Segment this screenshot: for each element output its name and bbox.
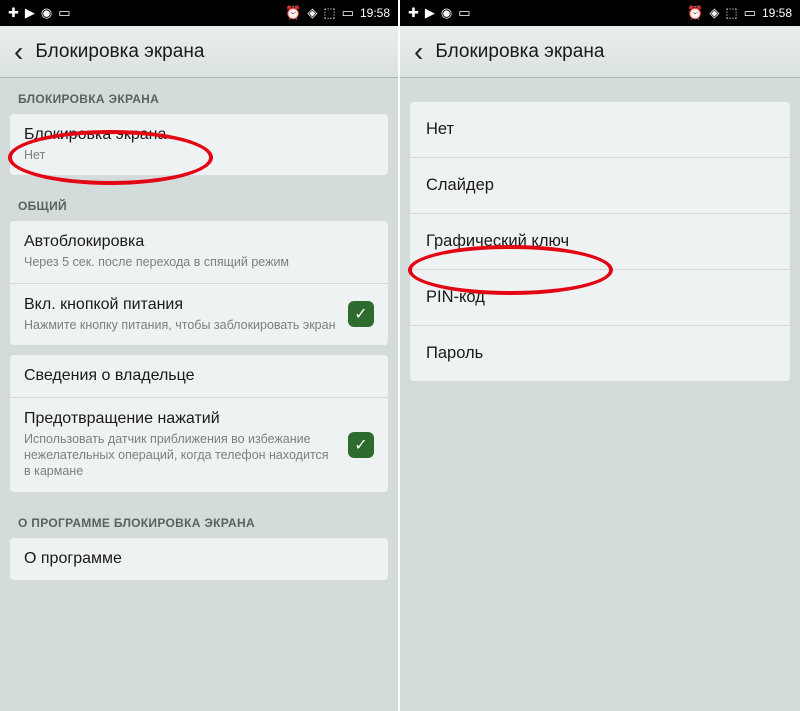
- status-right: ⏰ ◈ ⬚ ▭ 19:58: [285, 5, 390, 21]
- picture-icon: ▭: [58, 5, 70, 21]
- content: БЛОКИРОВКА ЭКРАНА Блокировка экрана Нет …: [0, 78, 398, 580]
- section-label-about: О ПРОГРАММЕ БЛОКИРОВКА ЭКРАНА: [0, 502, 398, 538]
- back-icon[interactable]: ‹: [414, 38, 423, 66]
- item-title: О программе: [24, 550, 364, 568]
- wifi-icon: ◈: [709, 5, 719, 21]
- item-title: Автоблокировка: [24, 233, 364, 251]
- status-bar: ✚ ▶ ◉ ▭ ⏰ ◈ ⬚ ▭ 19:58: [0, 0, 398, 26]
- item-about[interactable]: О программе: [10, 538, 388, 580]
- option-label: Пароль: [426, 344, 483, 363]
- plus-icon: ✚: [8, 5, 19, 21]
- item-autolock[interactable]: Автоблокировка Через 5 сек. после перехо…: [10, 221, 388, 283]
- option-password[interactable]: Пароль: [410, 326, 790, 381]
- picture-icon: ▭: [458, 5, 470, 21]
- item-title: Вкл. кнопкой питания: [24, 296, 338, 314]
- content: Нет Слайдер Графический ключ PIN-код Пар…: [400, 78, 800, 381]
- play-icon: ▶: [425, 5, 435, 21]
- status-bar: ✚ ▶ ◉ ▭ ⏰ ◈ ⬚ ▭ 19:58: [400, 0, 800, 26]
- option-slider[interactable]: Слайдер: [410, 158, 790, 214]
- signal-icon: ⬚: [725, 5, 737, 21]
- option-none[interactable]: Нет: [410, 102, 790, 158]
- item-prevent-touch[interactable]: Предотвращение нажатий Использовать датч…: [10, 398, 388, 492]
- back-icon[interactable]: ‹: [14, 38, 23, 66]
- clock-time: 19:58: [762, 6, 792, 20]
- item-power-button-lock[interactable]: Вкл. кнопкой питания Нажмите кнопку пита…: [10, 284, 388, 345]
- screen-right: ✚ ▶ ◉ ▭ ⏰ ◈ ⬚ ▭ 19:58 ‹ Блокировка экран…: [400, 0, 800, 711]
- item-sub: Нажмите кнопку питания, чтобы заблокиров…: [24, 317, 338, 333]
- option-label: PIN-код: [426, 288, 485, 307]
- alarm-icon: ⏰: [285, 5, 301, 21]
- app-header: ‹ Блокировка экрана: [400, 26, 800, 78]
- sync-icon: ◉: [441, 5, 452, 21]
- item-title: Блокировка экрана: [24, 126, 364, 144]
- app-header: ‹ Блокировка экрана: [0, 26, 398, 78]
- battery-icon: ▭: [342, 5, 354, 21]
- item-title: Сведения о владельце: [24, 367, 364, 385]
- battery-icon: ▭: [744, 5, 756, 21]
- item-sub: Использовать датчик приближения во избеж…: [24, 431, 338, 480]
- option-pattern[interactable]: Графический ключ: [410, 214, 790, 270]
- page-title: Блокировка экрана: [435, 41, 604, 63]
- check-icon[interactable]: ✓: [348, 301, 374, 327]
- status-left: ✚ ▶ ◉ ▭: [408, 5, 471, 21]
- item-owner-info[interactable]: Сведения о владельце: [10, 355, 388, 398]
- item-screen-lock[interactable]: Блокировка экрана Нет: [10, 114, 388, 175]
- option-label: Нет: [426, 120, 454, 139]
- option-pin[interactable]: PIN-код: [410, 270, 790, 326]
- alarm-icon: ⏰: [687, 5, 703, 21]
- screen-left: ✚ ▶ ◉ ▭ ⏰ ◈ ⬚ ▭ 19:58 ‹ Блокировка экран…: [0, 0, 400, 711]
- status-left: ✚ ▶ ◉ ▭: [8, 5, 71, 21]
- clock-time: 19:58: [360, 6, 390, 20]
- section-label-lock: БЛОКИРОВКА ЭКРАНА: [0, 78, 398, 114]
- option-label: Графический ключ: [426, 232, 569, 251]
- wifi-icon: ◈: [307, 5, 317, 21]
- plus-icon: ✚: [408, 5, 419, 21]
- section-label-general: ОБЩИЙ: [0, 185, 398, 221]
- item-title: Предотвращение нажатий: [24, 410, 338, 428]
- signal-icon: ⬚: [323, 5, 335, 21]
- play-icon: ▶: [25, 5, 35, 21]
- status-right: ⏰ ◈ ⬚ ▭ 19:58: [687, 5, 792, 21]
- check-icon[interactable]: ✓: [348, 432, 374, 458]
- item-sub: Нет: [24, 147, 364, 163]
- option-label: Слайдер: [426, 176, 494, 195]
- sync-icon: ◉: [41, 5, 52, 21]
- item-sub: Через 5 сек. после перехода в спящий реж…: [24, 254, 364, 270]
- page-title: Блокировка экрана: [35, 41, 204, 63]
